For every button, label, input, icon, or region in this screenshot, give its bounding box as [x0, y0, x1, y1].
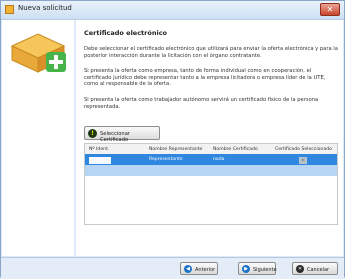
app-icon — [5, 5, 14, 14]
cancel-label: Cancelar — [307, 266, 330, 273]
left-panel — [2, 20, 74, 256]
title-bar[interactable]: Nueva solicitud ✕ — [1, 1, 344, 20]
certificate-box-icon — [10, 33, 66, 73]
representante-cell: Representante — [149, 157, 183, 162]
certificates-table: Nº Ident. Nombre Representante Nombre Ce… — [84, 143, 338, 225]
previous-label: Anterior — [195, 266, 216, 273]
column-header-nif: Nº Ident. — [89, 146, 110, 152]
column-header-certificado: Nombre Certificado — [213, 146, 258, 152]
arrow-right-icon: ▶ — [242, 265, 250, 273]
arrow-left-icon: ◀ — [184, 265, 192, 273]
page-title: Certificado electrónico — [84, 29, 168, 37]
select-certificate-button[interactable]: ! Seleccionar Certificado — [84, 126, 160, 143]
table-row[interactable]: Representante nada ✕ — [85, 154, 337, 165]
instruction-paragraph-1: Debe seleccionar el certificado electrón… — [84, 46, 338, 59]
dialog-window: Nueva solicitud ✕ Certificado electrónic… — [0, 0, 345, 279]
previous-button[interactable]: ◀ Anterior — [180, 262, 218, 275]
content-panel: Certificado electrónico Debe seleccionar… — [76, 20, 343, 256]
window-title: Nueva solicitud — [18, 4, 72, 12]
alert-icon: ! — [88, 129, 97, 138]
instruction-paragraph-2: Si presenta la oferta como empresa, tant… — [84, 68, 326, 88]
bottom-bar: ◀ Anterior ▶ Siguiente ✕ Cancelar — [1, 257, 344, 279]
next-button[interactable]: ▶ Siguiente — [238, 262, 277, 275]
cancel-button[interactable]: ✕ Cancelar — [292, 262, 338, 275]
table-row-highlight — [85, 165, 337, 176]
selected-checkbox-icon[interactable]: ✕ — [299, 157, 307, 164]
certificado-cell: nada — [213, 157, 225, 162]
close-button[interactable]: ✕ — [320, 3, 340, 16]
instruction-paragraph-3: Si presenta la oferta como trabajador au… — [84, 97, 319, 110]
column-header-representante: Nombre Representante — [149, 146, 203, 152]
select-certificate-label: Seleccionar Certificado — [100, 130, 131, 143]
nif-cell — [89, 157, 111, 164]
next-label: Siguiente — [253, 266, 277, 273]
column-header-seleccionado: Certificado Seleccionado — [275, 146, 332, 152]
close-icon: ✕ — [296, 265, 304, 273]
